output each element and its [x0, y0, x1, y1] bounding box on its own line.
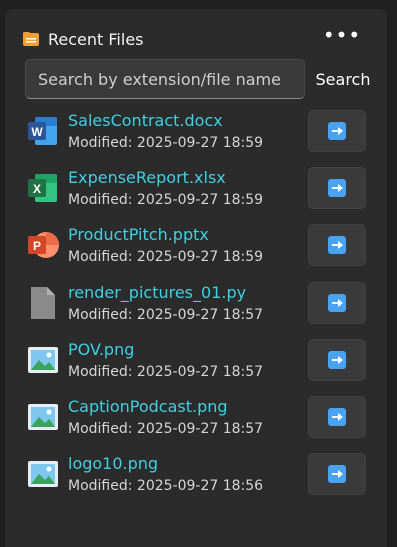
file-name-link[interactable]: SalesContract.docx — [68, 111, 223, 130]
image-icon — [25, 342, 61, 378]
more-options-button[interactable]: ••• — [322, 22, 362, 48]
right-arrow-icon — [328, 236, 346, 255]
svg-text:X: X — [33, 182, 41, 196]
excel-icon: X — [25, 170, 61, 206]
file-row: logo10.png Modified: 2025-09-27 18:56 — [0, 450, 382, 507]
panel-header: Recent Files — [22, 24, 362, 54]
file-name-link[interactable]: render_pictures_01.py — [68, 283, 246, 302]
powerpoint-icon: P — [25, 227, 61, 263]
recent-files-icon — [22, 30, 40, 48]
file-modified: Modified: 2025-09-27 18:56 — [68, 478, 264, 495]
search-button[interactable]: Search — [310, 59, 376, 99]
file-row: X ExpenseReport.xlsx Modified: 2025-09-2… — [0, 164, 382, 221]
svg-text:W: W — [31, 125, 43, 139]
file-modified: Modified: 2025-09-27 18:57 — [68, 306, 264, 323]
right-arrow-icon — [328, 122, 346, 140]
svg-text:P: P — [33, 239, 41, 253]
word-icon: W — [25, 113, 61, 149]
generic-file-icon — [25, 285, 61, 321]
file-row: POV.png Modified: 2025-09-27 18:57 — [0, 336, 382, 393]
file-modified: Modified: 2025-09-27 18:59 — [68, 249, 264, 266]
right-arrow-icon — [328, 293, 346, 312]
open-file-button[interactable] — [308, 167, 366, 210]
open-file-button[interactable] — [308, 224, 366, 267]
open-file-button[interactable] — [308, 395, 366, 438]
open-file-button[interactable] — [308, 338, 366, 381]
file-row: render_pictures_01.py Modified: 2025-09-… — [0, 279, 382, 336]
file-name-link[interactable]: CaptionPodcast.png — [68, 397, 228, 416]
right-arrow-icon — [328, 465, 346, 484]
image-icon — [25, 456, 61, 492]
file-list: W SalesContract.docx Modified: 2025-09-2… — [0, 107, 382, 507]
open-file-button[interactable] — [308, 453, 366, 496]
file-name-link[interactable]: POV.png — [68, 340, 134, 359]
panel-title: Recent Files — [48, 29, 144, 49]
right-arrow-icon — [328, 407, 346, 426]
right-arrow-icon — [328, 350, 346, 369]
file-name-link[interactable]: logo10.png — [68, 454, 158, 473]
file-name-link[interactable]: ProductPitch.pptx — [68, 225, 209, 244]
file-name-link[interactable]: ExpenseReport.xlsx — [68, 168, 226, 187]
file-modified: Modified: 2025-09-27 18:57 — [68, 420, 264, 437]
image-icon — [25, 399, 61, 435]
file-row: W SalesContract.docx Modified: 2025-09-2… — [0, 107, 382, 164]
more-options-icon: ••• — [322, 23, 362, 47]
file-modified: Modified: 2025-09-27 18:57 — [68, 363, 264, 380]
open-file-button[interactable] — [308, 281, 366, 324]
file-modified: Modified: 2025-09-27 18:59 — [68, 135, 264, 151]
open-file-button[interactable] — [308, 110, 366, 152]
search-input[interactable] — [25, 59, 305, 99]
file-row: CaptionPodcast.png Modified: 2025-09-27 … — [0, 393, 382, 450]
right-arrow-icon — [328, 179, 346, 198]
file-row: P ProductPitch.pptx Modified: 2025-09-27… — [0, 221, 382, 278]
file-modified: Modified: 2025-09-27 18:59 — [68, 192, 264, 209]
